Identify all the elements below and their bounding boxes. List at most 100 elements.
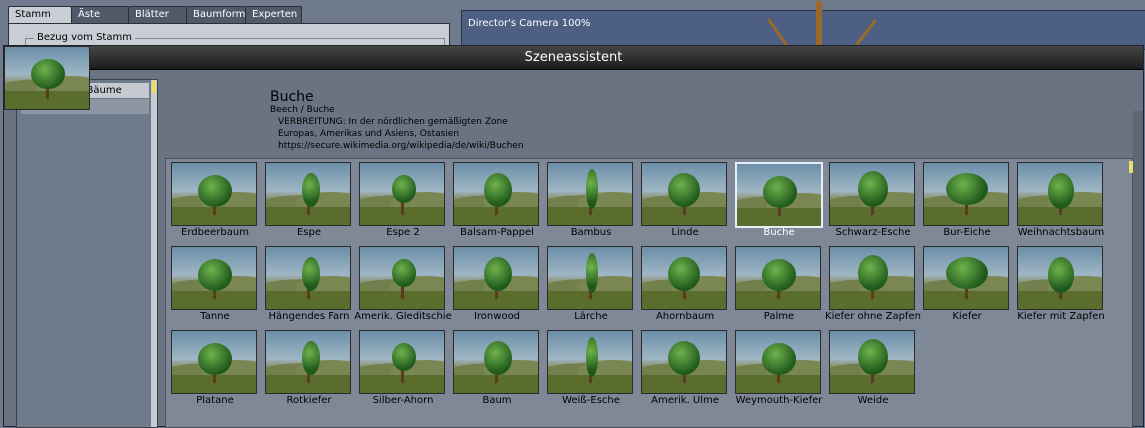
tree-thumbnail-image[interactable]: [829, 246, 915, 310]
tree-thumbnail[interactable]: Amerik. Ulme: [641, 330, 729, 410]
tree-thumbnail-label: Balsam-Pappel: [460, 227, 534, 238]
tree-thumbnail-image[interactable]: [641, 246, 727, 310]
tree-thumbnail-label: Buche: [763, 227, 795, 238]
tree-thumbnail-image[interactable]: [265, 330, 351, 394]
tree-thumbnail-image[interactable]: [453, 246, 539, 310]
category-list: Grundleg. Bäume Misc: [16, 79, 158, 428]
tree-thumbnail-label: Palme: [763, 311, 795, 322]
tree-thumbnail-image[interactable]: [641, 162, 727, 226]
tree-thumbnail-image[interactable]: [735, 246, 821, 310]
tree-thumbnail-image[interactable]: [547, 330, 633, 394]
tree-thumbnail[interactable]: Weide: [829, 330, 917, 410]
tree-thumbnail-label: Espe: [296, 227, 322, 238]
tree-thumbnail-image[interactable]: [1017, 246, 1103, 310]
tree-thumbnail-label: Weihnachtsbaum: [1017, 227, 1105, 238]
tree-thumbnail-label: Weymouth-Kiefer: [735, 395, 823, 406]
tree-thumbnail-label: Weiß-Esche: [562, 395, 620, 406]
tab-baumform[interactable]: Baumform: [186, 6, 246, 23]
tree-thumbnail[interactable]: Bambus: [547, 162, 635, 242]
tree-thumbnail-label: Tanne: [200, 311, 230, 322]
tree-thumbnail[interactable]: Hängendes Farn: [265, 246, 353, 326]
tree-thumbnail[interactable]: Kiefer ohne Zapfen: [825, 246, 921, 326]
tree-thumbnail-label: Weide: [857, 395, 889, 406]
tree-thumbnail[interactable]: Espe 2: [359, 162, 447, 242]
tree-thumbnail-image[interactable]: [359, 330, 445, 394]
scene-assistant-dialog: Szeneassistent Grundleg. Bäume Misc Buch…: [3, 45, 1144, 428]
tree-thumbnail[interactable]: Schwarz-Esche: [829, 162, 917, 242]
tree-thumbnail-image[interactable]: [359, 246, 445, 310]
tree-thumbnail[interactable]: Erdbeerbaum: [171, 162, 259, 242]
tree-thumbnail[interactable]: Kiefer mit Zapfen: [1017, 246, 1105, 326]
tree-thumbnail[interactable]: Kiefer: [923, 246, 1011, 326]
tree-thumbnail-image[interactable]: [453, 162, 539, 226]
tree-thumbnail-label: Baum: [482, 395, 512, 406]
tree-thumbnail[interactable]: Amerik. Gleditschie: [354, 246, 452, 326]
tree-thumbnail-image[interactable]: [171, 162, 257, 226]
tree-thumbnail[interactable]: Weiß-Esche: [547, 330, 635, 410]
tab-aeste[interactable]: Äste: [71, 6, 129, 23]
tree-thumbnail[interactable]: Espe: [265, 162, 353, 242]
tree-thumbnail-image[interactable]: [265, 162, 351, 226]
tree-properties-panel: Stamm Äste Blätter Baumform Experten Bez…: [0, 0, 456, 59]
tree-thumbnail-label: Bambus: [570, 227, 612, 238]
tree-thumbnail-image[interactable]: [1017, 162, 1103, 226]
tree-thumbnail[interactable]: Tanne: [171, 246, 259, 326]
tree-thumbnail-image[interactable]: [547, 162, 633, 226]
tree-thumbnail-label: Kiefer: [952, 311, 982, 322]
selected-tree-preview: [4, 46, 90, 110]
tree-thumbnail[interactable]: Buche: [735, 162, 823, 242]
tree-thumbnail-image[interactable]: [359, 162, 445, 226]
tree-thumbnail[interactable]: Platane: [171, 330, 259, 410]
dialog-title: Szeneassistent: [524, 50, 623, 65]
tree-thumbnail[interactable]: Palme: [735, 246, 823, 326]
grid-scrollbar[interactable]: [1133, 111, 1143, 426]
tree-thumbnail-label: Ironwood: [473, 311, 521, 322]
tree-thumbnail[interactable]: Linde: [641, 162, 729, 242]
tree-thumbnail-label: Espe 2: [386, 227, 420, 238]
tree-thumbnail-label: Lärche: [574, 311, 608, 322]
tree-thumbnail[interactable]: Rotkiefer: [265, 330, 353, 410]
tab-stamm[interactable]: Stamm: [8, 6, 72, 24]
selected-tree-info-2: Europas, Amerikas und Asiens, Ostasien: [278, 129, 460, 139]
tree-thumbnail-label: Erdbeerbaum: [181, 227, 249, 238]
tree-thumbnail-label: Kiefer ohne Zapfen: [825, 311, 921, 322]
tree-thumbnail-image[interactable]: [453, 330, 539, 394]
tree-thumbnail[interactable]: Silber-Ahorn: [359, 330, 447, 410]
tree-thumbnail[interactable]: Ironwood: [453, 246, 541, 326]
dialog-titlebar[interactable]: Szeneassistent: [4, 46, 1143, 70]
tree-thumbnail-image[interactable]: [923, 246, 1009, 310]
tab-blaetter[interactable]: Blätter: [128, 6, 187, 23]
tree-thumbnail-label: Linde: [671, 227, 699, 238]
tab-experten[interactable]: Experten: [245, 6, 302, 23]
tree-thumbnail-image[interactable]: [829, 330, 915, 394]
tree-thumbnail[interactable]: Weihnachtsbaum: [1017, 162, 1105, 242]
tree-thumbnail-label: Amerik. Gleditschie: [354, 311, 452, 322]
tree-thumbnail[interactable]: Bur-Eiche: [923, 162, 1011, 242]
selected-tree-info-1: VERBREITUNG: In der nördlichen gemäßigte…: [278, 117, 508, 127]
tree-thumbnail-image[interactable]: [735, 330, 821, 394]
tree-thumbnail-label: Hängendes Farn: [268, 311, 350, 322]
tree-thumbnail[interactable]: Baum: [453, 330, 541, 410]
group-label: Bezug vom Stamm: [34, 32, 135, 43]
tree-thumbnail[interactable]: Weymouth-Kiefer: [735, 330, 823, 410]
tree-thumbnail-image[interactable]: [641, 330, 727, 394]
tree-thumbnail[interactable]: Balsam-Pappel: [453, 162, 541, 242]
tree-thumbnail[interactable]: Ahornbaum: [641, 246, 729, 326]
tree-thumbnail-label: Rotkiefer: [286, 395, 332, 406]
tree-thumbnail-label: Kiefer mit Zapfen: [1017, 311, 1105, 322]
tree-thumbnail-image[interactable]: [171, 246, 257, 310]
tree-thumbnail-label: Silber-Ahorn: [372, 395, 434, 406]
tree-thumbnail[interactable]: Lärche: [547, 246, 635, 326]
tree-thumbnail-image[interactable]: [547, 246, 633, 310]
selected-tree-name: Buche: [270, 89, 314, 105]
tree-thumbnail-image[interactable]: [829, 162, 915, 226]
tree-thumbnail-image[interactable]: [923, 162, 1009, 226]
tree-thumbnail-image[interactable]: [171, 330, 257, 394]
tree-grid: Erdbeerbaum Espe Espe 2 Balsam-Pappel Bambus…: [165, 158, 1133, 428]
category-scrollbar-thumb[interactable]: [152, 81, 156, 93]
tree-thumbnail-image[interactable]: [265, 246, 351, 310]
camera-viewport[interactable]: Director's Camera 100%: [461, 1, 1145, 56]
tree-thumbnail-label: Amerik. Ulme: [651, 395, 719, 406]
tree-thumbnail-image[interactable]: [735, 162, 823, 228]
category-scrollbar[interactable]: [151, 80, 157, 427]
